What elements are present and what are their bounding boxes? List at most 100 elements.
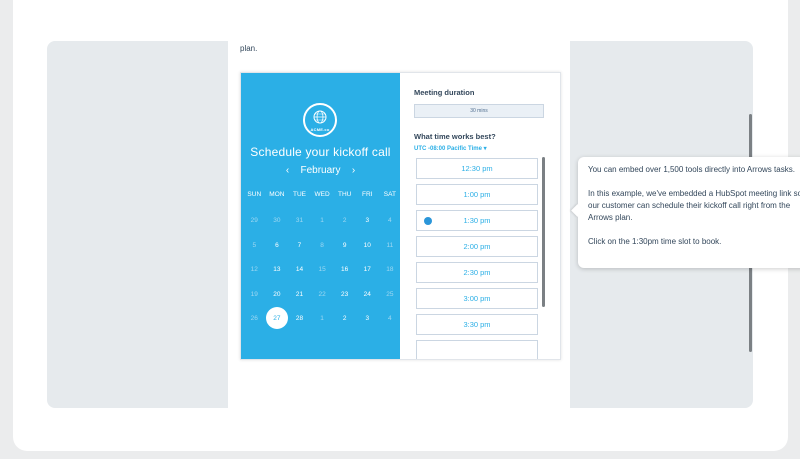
time-slot-label: 1:00 pm [463,190,491,199]
calendar-day-number: 21 [295,290,304,298]
time-slot-button[interactable]: 12:30 pm [416,158,538,179]
calendar-day[interactable]: 13 [266,258,289,283]
calendar-day-number: 1 [320,315,324,322]
calendar-day-number: 1 [320,217,324,224]
calendar-day: 4 [379,209,402,234]
time-slot-button[interactable]: 2:30 pm [416,262,538,283]
calendar-day-number: 20 [273,290,281,298]
time-slot-label: 2:00 pm [463,242,491,251]
duration-label: Meeting duration [414,88,475,97]
globe-icon [313,110,327,124]
calendar-day-number: 13 [273,266,281,273]
time-slot-button[interactable]: 2:00 pm [416,236,538,257]
time-slot-button[interactable]: 3:30 pm [416,314,538,335]
weekday-header: SUN MON TUE WED THU FRI SAT [243,191,400,198]
calendar-day-number: 10 [363,241,371,249]
calendar-day-number: 2 [342,217,347,224]
calendar-day: 11 [379,234,402,259]
month-label: February [300,165,341,176]
calendar-day: 22 [311,283,334,308]
calendar-panel: ACME.co Schedule your kickoff call ‹ Febr… [241,73,400,359]
calendar-day-number: 27 [273,315,281,322]
calendar-day-number: 16 [341,266,349,273]
time-list-scrollbar[interactable] [542,157,545,307]
calendar-day[interactable]: 17 [356,258,379,283]
time-slot-label: 3:30 pm [463,320,491,329]
calendar-day: 1 [311,307,334,332]
calendar-day: 8 [311,234,334,259]
weekday-label: TUE [292,191,306,198]
calendar-day-number: 11 [386,241,394,249]
time-slot-button[interactable] [416,340,538,359]
time-slot-button[interactable]: 3:00 pm [416,288,538,309]
calendar-day-number: 17 [363,266,371,273]
plan-document: plan. ACME.co Schedule your kickoff call… [228,41,570,408]
time-slot-label: 12:30 pm [461,164,493,173]
weekday-label: SUN [247,191,262,198]
calendar-day[interactable]: 9 [333,234,356,259]
time-slot-button[interactable]: 1:30 pm [416,210,538,231]
time-question-label: What time works best? [414,132,496,141]
calendar-title: Schedule your kickoff call [250,145,391,159]
calendar-day: 25 [379,283,402,308]
weekday-label: THU [337,191,352,198]
calendar-day[interactable]: 14 [288,258,311,283]
calendar-day-selected[interactable]: 27 [265,307,289,332]
calendar-day-number: 4 [388,315,392,322]
weekday-label: MON [269,191,285,198]
calendar-day-number: 25 [386,290,394,298]
calendar-day: 4 [379,307,402,332]
calendar-day[interactable]: 21 [288,283,311,308]
calendar-day: 29 [243,209,266,234]
calendar-day-number: 14 [295,266,304,273]
calendar-day: 31 [288,209,311,234]
time-slot-label: 1:30 pm [463,216,491,225]
calendar-day-number: 18 [386,266,394,273]
logo-text: ACME.co [310,127,330,132]
calendar-day[interactable]: 16 [333,258,356,283]
calendar-day[interactable]: 3 [356,209,379,234]
next-month-button[interactable]: › [347,165,361,176]
month-navigator: ‹ February › [241,165,400,176]
calendar-day: 15 [311,258,334,283]
walkthrough-tooltip: You can embed over 1,500 tools directly … [571,157,800,268]
calendar-day-number: 8 [320,241,324,249]
calendar-day-number: 19 [250,290,258,298]
time-slot-label: 3:00 pm [463,294,491,303]
calendar-day-number: 2 [342,315,347,322]
duration-select[interactable]: 30 mins [414,104,544,118]
time-slot-button[interactable]: 1:00 pm [416,184,538,205]
calendar-day[interactable]: 23 [333,283,356,308]
prev-month-button[interactable]: ‹ [280,165,294,176]
calendar-day[interactable]: 24 [356,283,379,308]
calendar-day[interactable]: 20 [266,283,289,308]
calendar-day[interactable]: 7 [288,234,311,259]
tooltip-text: You can embed over 1,500 tools directly … [588,165,795,174]
time-slot-label: 2:30 pm [463,268,491,277]
calendar-day-number: 26 [250,315,258,322]
company-logo: ACME.co [303,103,337,137]
tooltip-body: You can embed over 1,500 tools directly … [588,164,800,260]
calendar-day[interactable]: 3 [356,307,379,332]
calendar-day[interactable]: 28 [288,307,311,332]
calendar-day-number: 22 [318,290,326,298]
timezone-select[interactable]: UTC -08:00 Pacific Time ▾ [414,145,487,152]
calendar-day: 5 [243,234,266,259]
calendar-day-number: 24 [363,290,371,298]
calendar-day[interactable]: 10 [356,234,379,259]
meeting-embed: ACME.co Schedule your kickoff call ‹ Febr… [240,72,561,360]
calendar-day-number: 7 [297,241,302,249]
calendar-day-number: 9 [342,241,347,249]
calendar-day-number: 30 [273,217,281,224]
calendar-day: 26 [243,307,266,332]
calendar-day[interactable]: 6 [266,234,289,259]
calendar-day[interactable]: 2 [333,307,356,332]
weekday-label: SAT [383,191,396,198]
calendar-day-number: 23 [341,290,349,298]
calendar-day: 18 [379,258,402,283]
tooltip-text: Click on the 1:30pm time slot to book. [588,237,722,246]
calendar-day-number: 31 [295,217,304,224]
doc-text: plan. [240,44,258,53]
cursor-indicator-icon [424,217,432,225]
weekday-label: WED [314,191,330,198]
